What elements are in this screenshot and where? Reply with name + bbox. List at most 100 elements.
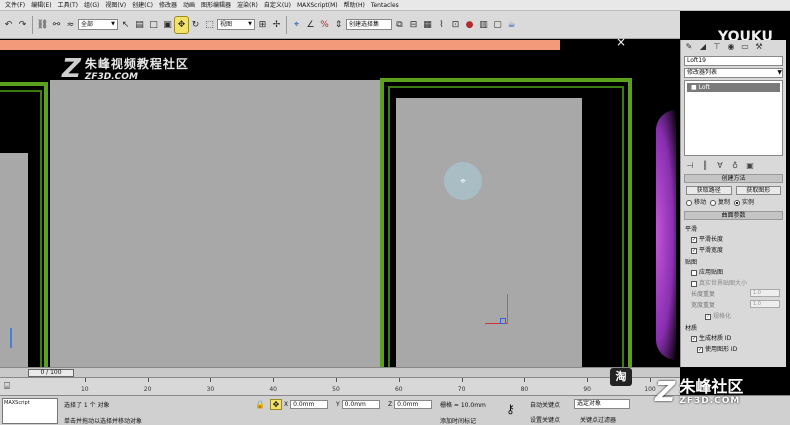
select-by-name-icon[interactable]: ▤ — [133, 17, 146, 33]
utilities-tab-icon[interactable]: ⚒ — [753, 42, 765, 52]
width-repeat-spinner[interactable]: 1.0 — [750, 300, 780, 308]
modifier-list-dropdown[interactable]: 修改器列表 ▼ — [684, 68, 783, 78]
key-selection-dropdown[interactable]: 选定对象 — [574, 399, 630, 409]
y-value-field[interactable]: 0.0mm — [341, 400, 380, 409]
menu-item[interactable]: 编辑(E) — [28, 0, 54, 11]
creation-method-rollout[interactable]: 创建方法 — [684, 174, 783, 183]
menu-item[interactable]: 工具(T) — [55, 0, 81, 11]
menu-item[interactable]: 动画 — [180, 0, 198, 11]
selection-filter-dropdown[interactable]: 全部 ▼ — [78, 19, 118, 30]
pivot-center-icon[interactable]: ⊞ — [256, 17, 269, 33]
window-crossing-icon[interactable]: ▣ — [161, 17, 174, 33]
normalize-checkbox[interactable]: ✓ 规格化 — [705, 311, 731, 320]
track-tick — [587, 378, 589, 382]
create-tab-icon[interactable]: ✎ — [683, 42, 695, 52]
track-bar[interactable]: ⌸ 10 20 30 40 50 60 70 80 90 100 — [0, 377, 680, 395]
material-editor-icon[interactable]: ● — [463, 17, 476, 33]
redo-icon[interactable]: ↷ — [16, 17, 29, 33]
select-rotate-icon[interactable]: ↻ — [189, 17, 202, 33]
radio-move[interactable]: 移动 — [686, 197, 706, 206]
smooth-width-checkbox[interactable]: ✓ 平滑宽度 — [691, 245, 723, 254]
radio-copy[interactable]: 复制 — [710, 197, 730, 206]
make-unique-icon[interactable]: ∀ — [714, 161, 726, 170]
menu-item[interactable]: 帮助(H) — [341, 0, 368, 11]
length-repeat-spinner[interactable]: 1.0 — [750, 289, 780, 297]
perspective-viewport[interactable]: ⌖ — [0, 50, 676, 367]
add-time-tag-button[interactable]: 添加时间标记 — [440, 416, 476, 425]
get-path-button[interactable]: 获取路径 — [686, 186, 732, 195]
menu-item[interactable]: 文件(F) — [2, 0, 28, 11]
real-world-map-checkbox[interactable]: 真实世界贴图大小 — [691, 278, 747, 287]
remove-modifier-icon[interactable]: ♁ — [729, 161, 741, 170]
select-scale-icon[interactable]: ⬚ — [203, 17, 216, 33]
unlink-icon[interactable]: ⚯ — [50, 17, 63, 33]
menu-item[interactable]: Tentacles — [368, 0, 402, 11]
display-tab-icon[interactable]: ▭ — [739, 42, 751, 52]
menu-item[interactable]: 修改器 — [156, 0, 180, 11]
track-bar-ticks: 10 20 30 40 50 60 70 80 90 100 — [22, 378, 656, 396]
gen-material-ids-checkbox[interactable]: ✓ 生成材质 ID — [691, 333, 731, 342]
select-object-icon[interactable]: ↖ — [119, 17, 132, 33]
key-icon[interactable]: ⚷ — [506, 402, 515, 416]
menu-item[interactable]: MAXScript(M) — [294, 0, 341, 11]
apply-mapping-label: 应用贴图 — [699, 269, 724, 276]
select-link-icon[interactable]: ⛓ — [36, 17, 49, 33]
time-slider-thumb[interactable]: 0 / 100 — [28, 369, 74, 377]
materials-group-label: 材质 — [685, 325, 698, 332]
stack-item-loft[interactable]: ■ Loft — [687, 83, 780, 92]
get-shape-button[interactable]: 获取图形 — [735, 186, 781, 195]
hierarchy-tab-icon[interactable]: ⊤ — [711, 42, 723, 52]
angle-snap-icon[interactable]: ∠ — [304, 17, 317, 33]
percent-snap-icon[interactable]: % — [318, 17, 331, 33]
set-key-button[interactable]: 设置关键点 — [530, 415, 560, 424]
smooth-length-checkbox[interactable]: ✓ 平滑长度 — [691, 234, 723, 243]
menu-item[interactable]: 视图(V) — [102, 0, 129, 11]
layer-manager-icon[interactable]: ▦ — [421, 17, 434, 33]
absolute-mode-icon[interactable]: ✥ — [270, 399, 282, 410]
time-slider[interactable]: 0 / 100 — [0, 367, 680, 377]
maxscript-listener[interactable]: MAXScript — [2, 398, 58, 424]
menu-item[interactable]: 渲染(R) — [234, 0, 261, 11]
menu-item[interactable]: 创建(C) — [129, 0, 156, 11]
align-icon[interactable]: ⊟ — [407, 17, 420, 33]
close-icon[interactable]: × — [616, 35, 626, 49]
menu-item[interactable]: 自定义(U) — [261, 0, 294, 11]
bind-space-warp-icon[interactable]: ≈ — [64, 17, 77, 33]
menu-item[interactable]: 图形编辑器 — [198, 0, 234, 11]
modify-tab-icon[interactable]: ◢ — [697, 42, 709, 52]
surface-params-rollout[interactable]: 曲面参数 — [684, 211, 783, 220]
gizmo-center[interactable] — [500, 318, 506, 324]
object-name-field[interactable]: Loft19 — [684, 56, 783, 66]
apply-mapping-checkbox[interactable]: 应用贴图 — [691, 267, 723, 276]
selection-filter-value: 全部 — [81, 21, 94, 28]
schematic-view-icon[interactable]: ⊡ — [449, 17, 462, 33]
snap-toggle-icon[interactable]: ⌖ — [290, 17, 303, 33]
motion-tab-icon[interactable]: ◉ — [725, 42, 737, 52]
render-setup-icon[interactable]: ▥ — [477, 17, 490, 33]
pin-stack-icon[interactable]: ⊣ — [684, 161, 696, 170]
gizmo-y-axis[interactable] — [507, 294, 508, 324]
select-manipulate-icon[interactable]: ✢ — [270, 17, 283, 33]
auto-key-button[interactable]: 自动关键点 — [530, 400, 560, 409]
use-shape-ids-checkbox[interactable]: ✓ 使用图形 ID — [697, 344, 737, 353]
spinner-snap-icon[interactable]: ⇕ — [332, 17, 345, 33]
named-selection-field[interactable]: 创建选择集 — [346, 19, 392, 30]
check-icon: ✓ — [691, 236, 697, 243]
curve-editor-icon[interactable]: ⌇ — [435, 17, 448, 33]
undo-icon[interactable]: ↶ — [2, 17, 15, 33]
key-filters-button[interactable]: 关键点过滤器 — [580, 415, 616, 424]
select-move-icon[interactable]: ✥ — [174, 15, 189, 34]
configure-sets-icon[interactable]: ▣ — [744, 161, 756, 170]
mirror-icon[interactable]: ⧉ — [393, 17, 406, 33]
quick-render-icon[interactable]: ☕ — [505, 17, 518, 33]
render-frame-icon[interactable]: ▢ — [491, 17, 504, 33]
selection-lock-icon[interactable]: 🔒 — [255, 400, 265, 409]
z-value-field[interactable]: 0.0mm — [394, 400, 433, 409]
menu-item[interactable]: 组(G) — [81, 0, 102, 11]
mini-curve-editor-icon[interactable]: ⌸ — [4, 381, 10, 392]
radio-instance[interactable]: 实例 — [734, 197, 754, 206]
show-end-result-icon[interactable]: ║ — [699, 161, 711, 170]
rect-selection-icon[interactable]: □ — [147, 17, 160, 33]
reference-coord-dropdown[interactable]: 视图 ▼ — [217, 19, 255, 30]
x-value-field[interactable]: 0.0mm — [290, 400, 329, 409]
